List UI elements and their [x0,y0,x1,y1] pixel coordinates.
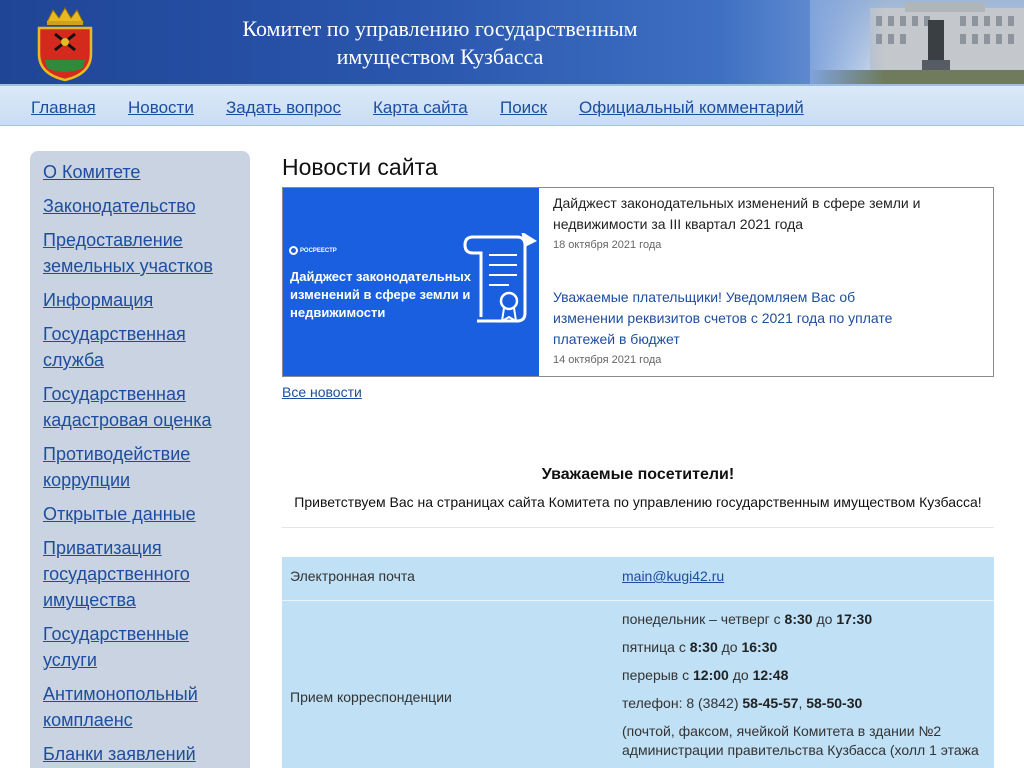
nav-search[interactable]: Поиск [500,98,547,118]
sidebar-item-civil-service[interactable]: Государственная служба [43,321,237,373]
nav-sitemap[interactable]: Карта сайта [373,98,468,118]
contacts-table: Электронная почта main@kugi42.ru Прием к… [282,557,994,768]
sidebar-item-cadastral-valuation[interactable]: Государственная кадастровая оценка [43,381,237,433]
schedule-note: (почтой, факсом, ячейкой Комитета в здан… [622,723,979,758]
site-title-line2: имуществом Кузбасса [336,44,544,69]
site-title-line1: Комитет по управлению государственным [242,16,638,41]
news-item: Уважаемые плательщики! Уведомляем Вас об… [553,287,923,366]
kuzbass-emblem-icon[interactable] [33,4,97,82]
sidebar-item-information[interactable]: Информация [43,287,237,313]
nav-ask-question[interactable]: Задать вопрос [226,98,341,118]
sidebar-item-about[interactable]: О Комитете [43,159,237,185]
sidebar: О Комитете Законодательство Предоставлен… [30,151,250,768]
news-link-digest[interactable]: Дайджест законодательных изменений в сфе… [553,193,923,235]
welcome-title: Уважаемые посетители! [541,466,735,483]
sidebar-item-open-data[interactable]: Открытые данные [43,501,237,527]
mail-label: Прием корреспонденции [290,689,452,705]
news-image-caption: Дайджест законодательных изменений в сфе… [290,269,471,320]
news-image[interactable]: РОСРЕЕСТР Дайджест законодательных измен… [283,188,539,376]
schedule-break: перерыв с 12:00 до 12:48 [622,667,789,683]
sidebar-item-antimonopoly[interactable]: Антимонопольный комплаенс [43,681,237,733]
email-label: Электронная почта [290,568,415,584]
news-date: 18 октября 2021 года [553,239,662,251]
email-link[interactable]: main@kugi42.ru [622,568,724,584]
nav-news[interactable]: Новости [128,98,194,118]
news-block: РОСРЕЕСТР Дайджест законодательных измен… [282,187,994,377]
sidebar-item-privatization[interactable]: Приватизация государственного имущества [43,535,237,613]
news-date: 14 октября 2021 года [553,354,662,366]
site-header: Комитет по управлению государственным им… [0,0,1024,84]
schedule-mon-thu: понедельник – четверг с 8:30 до 17:30 [622,611,873,627]
contacts-row-email: Электронная почта main@kugi42.ru [282,557,994,601]
news-link-payers[interactable]: Уважаемые плательщики! Уведомляем Вас об… [553,287,923,350]
sidebar-item-anti-corruption[interactable]: Противодействие коррупции [43,441,237,493]
rosreestr-logo: РОСРЕЕСТР [289,246,337,255]
sidebar-item-legislation[interactable]: Законодательство [43,193,237,219]
all-news-link[interactable]: Все новости [282,384,362,400]
nav-official-comment[interactable]: Официальный комментарий [579,98,804,118]
contacts-row-mail: Прием корреспонденции понедельник – четв… [282,601,994,768]
sidebar-item-public-services[interactable]: Государственные услуги [43,621,237,673]
news-item: Дайджест законодательных изменений в сфе… [553,193,923,251]
page-title: Новости сайта [282,154,438,180]
document-scroll-icon [463,233,537,323]
mail-schedule: понедельник – четверг с 8:30 до 17:30 пя… [622,610,987,768]
site-title: Комитет по управлению государственным им… [200,15,680,71]
divider [282,527,994,528]
email-value: main@kugi42.ru [622,568,987,584]
schedule-phone: телефон: 8 (3842) 58-45-57, 58-50-30 [622,695,863,711]
sidebar-item-land-plots[interactable]: Предоставление земельных участков [43,227,237,279]
sidebar-item-application-forms[interactable]: Бланки заявлений [43,741,237,767]
schedule-fri: пятница с 8:30 до 16:30 [622,639,778,655]
main-nav: Главная Новости Задать вопрос Карта сайт… [0,84,1024,126]
nav-home[interactable]: Главная [31,98,96,118]
rosreestr-logo-icon [289,246,298,255]
administration-building-photo [810,0,1024,84]
welcome-text: Приветствуем Вас на страницах сайта Коми… [294,494,982,510]
